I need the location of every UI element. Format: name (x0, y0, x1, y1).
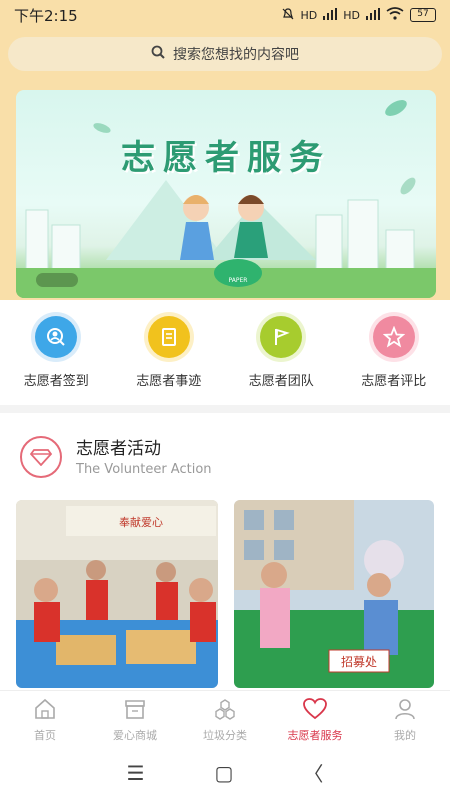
tab-garbage-sorting[interactable]: 垃圾分类 (180, 691, 270, 745)
back-icon[interactable]: 〈 (303, 758, 323, 787)
wall-sign: 奉献爱心 (119, 515, 163, 529)
bottom-tab-bar: 首页 爱心商城 垃圾分类 志愿者服务 我的 (0, 690, 450, 745)
quick-label: 志愿者事迹 (136, 374, 202, 389)
carousel-indicator (36, 273, 78, 287)
quick-actions: 志愿者签到 志愿者事迹 志愿者团队 志愿者评比 (0, 300, 450, 405)
tab-label: 首页 (34, 729, 56, 742)
quick-rating[interactable]: 志愿者评比 (339, 300, 449, 405)
system-nav-bar: ☰ ▢ 〈 (0, 745, 450, 800)
tab-label: 志愿者服务 (287, 729, 343, 742)
star-icon (372, 316, 415, 358)
tab-label: 垃圾分类 (203, 729, 247, 742)
activity-image: 招募处 (234, 500, 434, 688)
battery-icon: 57 (410, 8, 436, 22)
flag-icon (260, 316, 303, 358)
signal-label-2: HD (343, 8, 360, 22)
home-icon (33, 697, 57, 725)
bag-label: PAPER (229, 277, 248, 284)
section-subtitle: The Volunteer Action (76, 462, 212, 477)
activity-image: 奉献爱心 (16, 500, 218, 688)
quick-sign-in[interactable]: 志愿者签到 (1, 300, 111, 405)
hexagons-icon (213, 697, 237, 725)
tab-volunteer-service[interactable]: 志愿者服务 (270, 691, 360, 745)
magnifier-user-icon (35, 316, 78, 358)
signal-icon (323, 7, 338, 23)
quick-label: 志愿者签到 (23, 374, 89, 389)
person-icon (393, 697, 417, 725)
tab-label: 我的 (394, 729, 416, 742)
status-icons: HD HD 57 (281, 7, 436, 24)
diamond-icon (20, 436, 62, 478)
search-icon (151, 45, 165, 63)
wifi-icon (386, 7, 404, 23)
activity-photo-1[interactable]: 奉献爱心 (16, 500, 218, 688)
activity-photo-2[interactable]: 招募处 (234, 500, 434, 688)
search-input[interactable]: 搜索您想找的内容吧 (8, 37, 442, 71)
menu-icon[interactable]: ☰ (127, 761, 145, 785)
signal-icon-2 (366, 7, 380, 23)
section-divider (0, 405, 450, 413)
recruit-sign: 招募处 (341, 655, 377, 669)
quick-label: 志愿者团队 (248, 374, 314, 389)
status-bar: 下午2:15 HD HD 57 (0, 0, 450, 30)
volunteer-activity-header: 志愿者活动 The Volunteer Action (20, 432, 440, 482)
search-placeholder: 搜索您想找的内容吧 (173, 47, 299, 63)
tab-mine[interactable]: 我的 (360, 691, 450, 745)
banner-title: 志愿者服务 (121, 138, 331, 178)
mute-icon (281, 7, 295, 24)
quick-label: 志愿者评比 (361, 374, 427, 389)
tab-home[interactable]: 首页 (0, 691, 90, 745)
banner-carousel[interactable]: PAPER 志愿者服务 (16, 90, 436, 298)
home-button-icon[interactable]: ▢ (215, 761, 234, 785)
tab-shop[interactable]: 爱心商城 (90, 691, 180, 745)
signal-label-1: HD (300, 8, 318, 22)
tab-label: 爱心商城 (113, 729, 157, 742)
heart-icon (302, 697, 328, 725)
quick-deeds[interactable]: 志愿者事迹 (114, 300, 224, 405)
quick-team[interactable]: 志愿者团队 (226, 300, 336, 405)
notebook-icon (147, 316, 190, 358)
shop-icon (123, 697, 147, 725)
status-time: 下午2:15 (14, 6, 78, 25)
section-title: 志愿者活动 (76, 439, 161, 459)
banner-illustration: PAPER (16, 100, 436, 298)
